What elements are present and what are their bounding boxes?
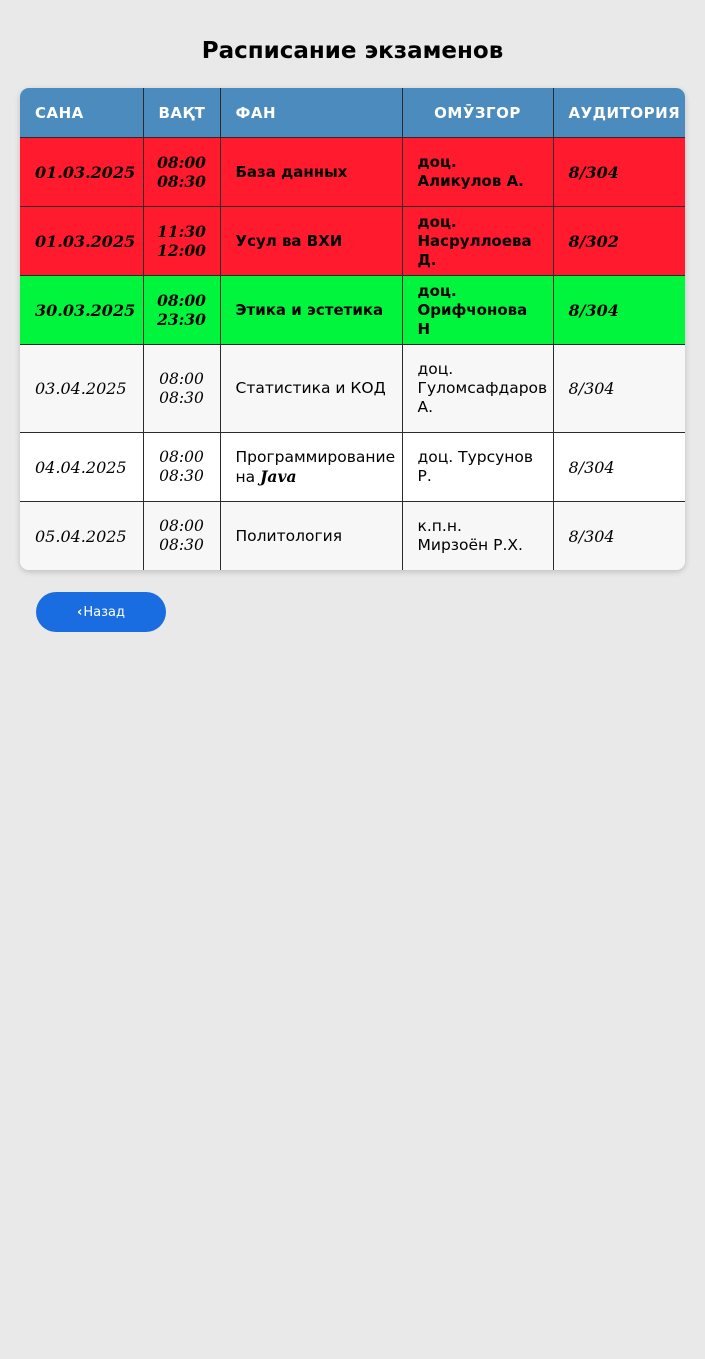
cell-subject: Усул ва ВХИ bbox=[219, 206, 403, 276]
time-end: 08:30 bbox=[157, 172, 206, 191]
time-start: 08:00 bbox=[159, 369, 204, 388]
cell-subject: База данных bbox=[219, 137, 403, 207]
table-row: 04.04.2025 08:00 08:30 Программирование н… bbox=[20, 432, 685, 502]
exam-schedule-table: САНА ВАҚТ ФАН ОМӮЗГОР АУДИТОРИЯ 01.03.20… bbox=[20, 88, 685, 570]
time-end: 08:30 bbox=[159, 536, 204, 554]
column-header-date: САНА bbox=[20, 88, 144, 138]
cell-room: 8/302 bbox=[552, 206, 685, 276]
table-row: 30.03.2025 08:00 23:30 Этика и эстетика д… bbox=[20, 275, 685, 345]
back-button[interactable]: ‹ Назад bbox=[36, 592, 166, 632]
cell-teacher: доц. Орифчонова Н bbox=[401, 275, 554, 345]
cell-room: 8/304 bbox=[552, 501, 685, 570]
time-start: 08:00 bbox=[157, 291, 206, 310]
cell-subject: Этика и эстетика bbox=[219, 275, 403, 345]
cell-time: 08:00 08:30 bbox=[142, 501, 221, 570]
time-end: 12:00 bbox=[157, 241, 206, 260]
back-button-label: Назад bbox=[83, 604, 125, 620]
subject-suffix: Java bbox=[260, 466, 297, 486]
cell-time: 08:00 08:30 bbox=[142, 344, 221, 433]
column-header-room: АУДИТОРИЯ bbox=[552, 88, 685, 138]
time-end: 08:30 bbox=[159, 388, 204, 407]
time-start: 08:00 bbox=[159, 448, 204, 466]
time-start: 11:30 bbox=[157, 222, 206, 241]
page-title: Расписание экзаменов bbox=[201, 38, 504, 64]
cell-date: 04.04.2025 bbox=[20, 432, 144, 502]
cell-time: 08:00 23:30 bbox=[142, 275, 221, 345]
cell-teacher: доц. Насруллоева Д. bbox=[401, 206, 554, 276]
cell-room: 8/304 bbox=[552, 137, 685, 207]
cell-date: 05.04.2025 bbox=[20, 501, 144, 570]
cell-time: 08:00 08:30 bbox=[142, 432, 221, 502]
table-header-row: САНА ВАҚТ ФАН ОМӮЗГОР АУДИТОРИЯ bbox=[20, 88, 685, 138]
cell-date: 30.03.2025 bbox=[20, 275, 144, 345]
cell-subject: Программирование на Java bbox=[219, 432, 403, 502]
cell-room: 8/304 bbox=[552, 275, 685, 345]
cell-subject: Политология bbox=[219, 501, 403, 570]
time-end: 08:30 bbox=[159, 467, 204, 485]
cell-subject: Статистика и КОД bbox=[219, 344, 403, 433]
cell-teacher: к.п.н. Мирзоён Р.Х. bbox=[401, 501, 554, 570]
chevron-left-icon: ‹ bbox=[77, 604, 83, 620]
cell-time: 11:30 12:00 bbox=[142, 206, 221, 276]
time-start: 08:00 bbox=[157, 153, 206, 172]
cell-room: 8/304 bbox=[552, 344, 685, 433]
table-row: 05.04.2025 08:00 08:30 Политология к.п.н.… bbox=[20, 501, 685, 570]
column-header-subject: ФАН bbox=[219, 88, 403, 138]
table-row: 03.04.2025 08:00 08:30 Статистика и КОД д… bbox=[20, 344, 685, 433]
table-row: 01.03.2025 11:30 12:00 Усул ва ВХИ доц. Н… bbox=[20, 206, 685, 276]
cell-teacher: доц. Турсунов Р. bbox=[401, 432, 554, 502]
cell-date: 01.03.2025 bbox=[20, 137, 144, 207]
table-row: 01.03.2025 08:00 08:30 База данных доц. А… bbox=[20, 137, 685, 207]
column-header-teacher: ОМӮЗГОР bbox=[401, 88, 554, 138]
time-start: 08:00 bbox=[159, 517, 204, 535]
cell-room: 8/304 bbox=[552, 432, 685, 502]
cell-time: 08:00 08:30 bbox=[142, 137, 221, 207]
cell-date: 03.04.2025 bbox=[20, 344, 144, 433]
cell-teacher: доц. Аликулов А. bbox=[401, 137, 554, 207]
cell-teacher: доц. Гуломсафдаров А. bbox=[401, 344, 554, 433]
time-end: 23:30 bbox=[157, 310, 206, 329]
column-header-time: ВАҚТ bbox=[142, 88, 221, 138]
cell-date: 01.03.2025 bbox=[20, 206, 144, 276]
